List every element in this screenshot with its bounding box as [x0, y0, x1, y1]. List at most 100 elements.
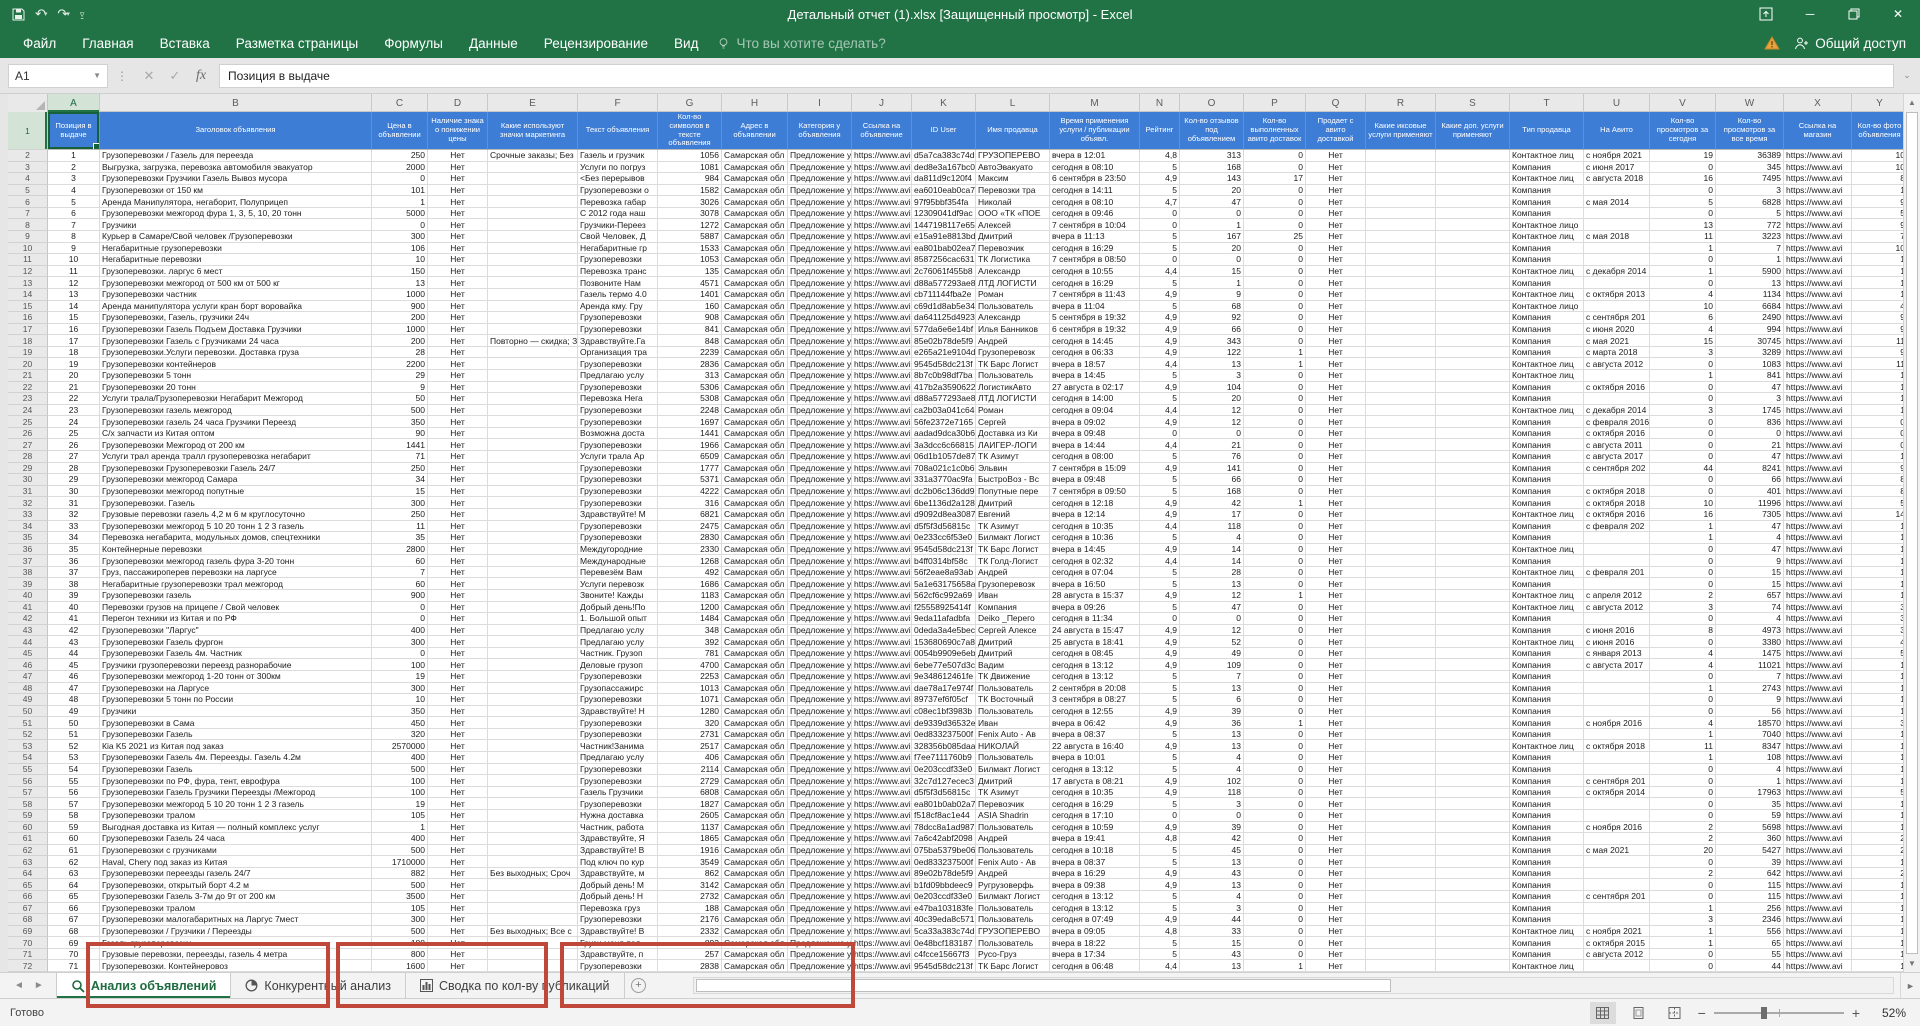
cell[interactable]: 4,9 — [1140, 312, 1180, 324]
cell[interactable]: 17 — [1244, 173, 1306, 185]
cell[interactable]: Самарская обл — [722, 822, 788, 834]
cell[interactable]: 900 — [372, 301, 428, 313]
cell[interactable]: Нет — [1306, 671, 1366, 683]
cell[interactable] — [488, 393, 578, 405]
cell[interactable]: 313 — [658, 370, 722, 382]
row-number-61[interactable]: 61 — [8, 833, 48, 845]
row-number-38[interactable]: 38 — [8, 567, 48, 579]
cell[interactable]: 1 — [1852, 706, 1903, 718]
restore-button[interactable] — [1832, 0, 1876, 28]
cell[interactable]: Нет — [428, 439, 488, 451]
cell[interactable] — [488, 914, 578, 926]
close-button[interactable]: ✕ — [1876, 0, 1920, 28]
cell[interactable]: Контактное лиц — [1510, 509, 1584, 521]
cell[interactable] — [1436, 602, 1510, 614]
cell[interactable]: https://www.avi — [1784, 683, 1852, 695]
cell[interactable]: https://www.avi — [1784, 937, 1852, 949]
cell[interactable]: 406 — [658, 752, 722, 764]
cell[interactable]: 5 — [1140, 277, 1180, 289]
cell[interactable]: Контактное лиц — [1510, 266, 1584, 278]
cell[interactable] — [488, 428, 578, 440]
cell[interactable]: 13 — [48, 289, 100, 301]
cell[interactable]: вчера в 09:48 — [1050, 428, 1140, 440]
cell[interactable]: 4 — [1852, 301, 1903, 313]
cell[interactable]: с августа 2017 — [1584, 451, 1650, 463]
cell[interactable]: 0 — [1244, 764, 1306, 776]
cell[interactable]: Самарская обл — [722, 879, 788, 891]
cell[interactable]: Евгений — [976, 509, 1050, 521]
cell[interactable]: 1484 — [658, 613, 722, 625]
cell[interactable]: Предложение у — [788, 717, 852, 729]
cell[interactable]: Грузоперевозки частник — [100, 289, 372, 301]
cell[interactable]: Грузоперевозки. ларгус 6 мест — [100, 266, 372, 278]
row-number-2[interactable]: 2 — [8, 150, 48, 162]
cell[interactable]: Грузоперевозки межгород газель фура 3-20… — [100, 555, 372, 567]
cell[interactable]: 577da6e6e14bf — [912, 324, 976, 336]
cell[interactable]: 1 — [1244, 497, 1306, 509]
cell[interactable]: 0 — [1244, 555, 1306, 567]
cell[interactable]: Самарская обл — [722, 185, 788, 197]
cell[interactable]: 0 — [1140, 208, 1180, 220]
cell[interactable]: Компания — [1510, 196, 1584, 208]
column-letter-W[interactable]: W — [1716, 94, 1784, 112]
cell[interactable]: 908 — [658, 312, 722, 324]
cell[interactable]: 1 — [1244, 590, 1306, 602]
cell[interactable]: с апреля 2012 — [1584, 590, 1650, 602]
row-number-28[interactable]: 28 — [8, 451, 48, 463]
cell[interactable]: 0 — [1650, 891, 1716, 903]
cell[interactable]: Haval, Chery под заказ из Китая — [100, 856, 372, 868]
cell[interactable]: https://www.avi — [852, 162, 912, 174]
cell[interactable] — [488, 521, 578, 533]
cell[interactable]: 50 — [48, 717, 100, 729]
cell[interactable]: Предложение у — [788, 173, 852, 185]
cell[interactable]: Нет — [428, 185, 488, 197]
cell[interactable]: 5887 — [658, 231, 722, 243]
cell[interactable]: Предложение у — [788, 405, 852, 417]
cell[interactable]: 0 — [1650, 798, 1716, 810]
cell[interactable]: вчера в 14:44 — [1050, 439, 1140, 451]
cell[interactable]: Грузоперевозки, Газель, грузчики 24ч — [100, 312, 372, 324]
cell[interactable]: https://www.avi — [852, 358, 912, 370]
cell[interactable] — [1436, 301, 1510, 313]
cell[interactable] — [1436, 439, 1510, 451]
cell[interactable]: 075ba5379be06 — [912, 845, 976, 857]
cell[interactable]: Нет — [1306, 787, 1366, 799]
cell[interactable] — [1366, 648, 1436, 660]
header-cell-A[interactable]: Позиция в выдаче — [48, 112, 100, 150]
cell[interactable]: 0 — [1244, 729, 1306, 741]
cell[interactable]: 0 — [1244, 335, 1306, 347]
cell[interactable]: 1 — [1852, 544, 1903, 556]
cell[interactable]: 4,8 — [1140, 150, 1180, 162]
cell[interactable]: Компания — [1510, 277, 1584, 289]
column-letter-N[interactable]: N — [1140, 94, 1180, 112]
cell[interactable]: 562cf6c992a69 — [912, 590, 976, 602]
cell[interactable]: Предложение у — [788, 555, 852, 567]
cell[interactable]: https://www.avi — [1784, 289, 1852, 301]
cell[interactable] — [1436, 949, 1510, 961]
cell[interactable] — [1436, 567, 1510, 579]
cell[interactable]: Здравствуйте, м — [578, 868, 658, 880]
cell[interactable]: 2253 — [658, 671, 722, 683]
cell[interactable]: Перевозки грузов на прицепе / Свой челов… — [100, 602, 372, 614]
cell[interactable]: Нет — [1306, 243, 1366, 255]
cell[interactable]: https://www.avi — [852, 787, 912, 799]
cell[interactable]: 2732 — [658, 891, 722, 903]
cell[interactable]: Самарская обл — [722, 798, 788, 810]
row-number-67[interactable]: 67 — [8, 903, 48, 915]
cell[interactable]: Компания — [1510, 879, 1584, 891]
cell[interactable]: 2729 — [658, 775, 722, 787]
cell[interactable]: 1 — [1852, 405, 1903, 417]
cell[interactable]: Fenix Auto - Ав — [976, 729, 1050, 741]
ribbon-display-options-icon[interactable] — [1744, 0, 1788, 28]
cell[interactable]: 0 — [1244, 405, 1306, 417]
cell[interactable]: Контактное лицо — [1510, 301, 1584, 313]
cell[interactable]: 4,4 — [1140, 555, 1180, 567]
cell[interactable]: 0 — [1650, 451, 1716, 463]
menu-tab-4[interactable]: Разметка страницы — [223, 30, 371, 57]
cell[interactable]: Эльвин — [976, 463, 1050, 475]
cell[interactable]: с октября 2013 — [1584, 289, 1650, 301]
cell[interactable]: 256 — [1716, 903, 1784, 915]
cell[interactable]: 1183 — [658, 590, 722, 602]
cell[interactable]: 6 — [1180, 694, 1244, 706]
cell[interactable] — [488, 683, 578, 695]
